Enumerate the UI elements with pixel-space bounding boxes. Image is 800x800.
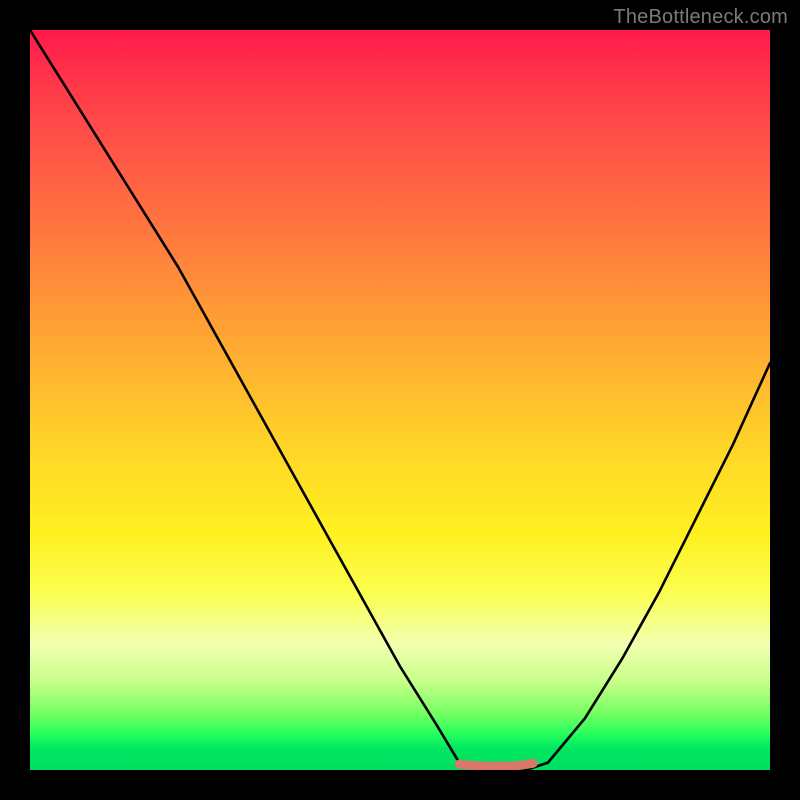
plot-area [30, 30, 770, 770]
sweet-spot-marker [459, 763, 533, 766]
curve-layer [30, 30, 770, 770]
watermark-text: TheBottleneck.com [613, 6, 788, 29]
chart-frame: TheBottleneck.com [0, 0, 800, 800]
bottleneck-curve-line [30, 30, 770, 770]
